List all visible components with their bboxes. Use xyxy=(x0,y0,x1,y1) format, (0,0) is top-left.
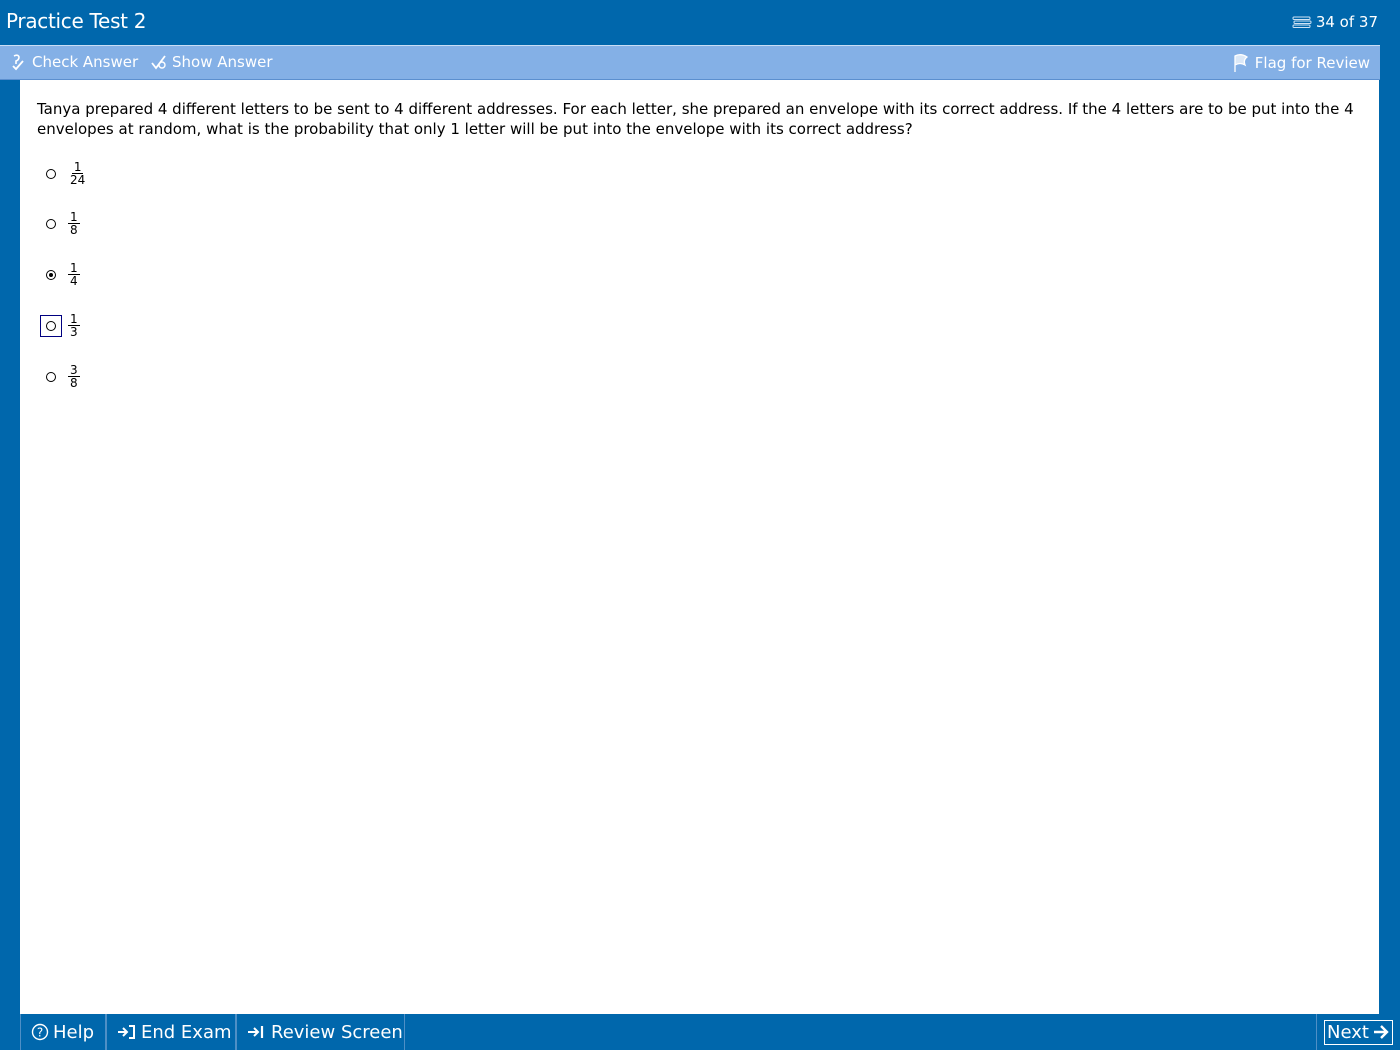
answer-fraction-3: 1 4 xyxy=(68,262,80,287)
answer-radio-1[interactable] xyxy=(46,168,56,179)
help-icon: ? xyxy=(31,1023,49,1041)
page-title: Practice Test 2 xyxy=(6,9,147,33)
question-counter: 34 of 37 xyxy=(1292,13,1378,31)
review-screen-icon xyxy=(247,1023,267,1041)
answer-radio-3-wrapper xyxy=(40,264,62,286)
question-list-icon xyxy=(1292,15,1312,29)
answer-denominator-2: 8 xyxy=(70,223,78,237)
answer-denominator-5: 8 xyxy=(70,376,78,390)
answer-radio-4[interactable] xyxy=(46,320,56,331)
bottom-bar: ? Help End Exam Review Screen Next xyxy=(0,1014,1400,1050)
check-answer-label: Check Answer xyxy=(32,53,139,71)
help-label: Help xyxy=(53,1021,95,1043)
next-label: Next xyxy=(1327,1021,1369,1043)
help-button[interactable]: ? Help xyxy=(20,1014,106,1050)
review-screen-label: Review Screen xyxy=(271,1021,403,1043)
review-screen-button[interactable]: Review Screen xyxy=(236,1014,405,1050)
answer-radio-5[interactable] xyxy=(46,371,56,382)
answer-radio-1-wrapper xyxy=(40,163,62,185)
answer-fraction-2: 1 8 xyxy=(68,211,80,236)
answer-fraction-4: 1 3 xyxy=(68,313,80,338)
end-exam-label: End Exam xyxy=(141,1021,232,1043)
next-button-container: Next xyxy=(1316,1014,1400,1050)
flag-icon xyxy=(1231,53,1251,73)
answer-fraction-5: 3 8 xyxy=(68,364,80,389)
flag-for-review-button[interactable]: Flag for Review xyxy=(1231,53,1370,73)
flag-for-review-label: Flag for Review xyxy=(1254,54,1370,72)
answer-choice-5[interactable]: 3 8 xyxy=(40,364,80,389)
question-panel: Tanya prepared 4 different letters to be… xyxy=(20,80,1379,1014)
check-answer-icon xyxy=(10,53,28,71)
answer-radio-2-wrapper xyxy=(40,213,62,235)
answer-radio-4-wrapper xyxy=(40,314,62,337)
answer-radio-2[interactable] xyxy=(46,218,56,229)
answer-radio-5-wrapper xyxy=(40,366,62,388)
answer-choice-2[interactable]: 1 8 xyxy=(40,211,80,236)
question-counter-text: 34 of 37 xyxy=(1315,13,1378,31)
answer-denominator-1: 24 xyxy=(70,173,86,187)
next-arrow-icon xyxy=(1372,1023,1390,1041)
svg-text:?: ? xyxy=(37,1026,43,1040)
question-text: Tanya prepared 4 different letters to be… xyxy=(37,100,1354,138)
show-answer-icon xyxy=(150,53,168,71)
answer-choice-3[interactable]: 1 4 xyxy=(40,262,80,287)
show-answer-button[interactable]: Show Answer xyxy=(150,53,273,71)
toolbar: Check Answer Show Answer Flag for Review xyxy=(0,45,1380,80)
show-answer-label: Show Answer xyxy=(172,53,273,71)
check-answer-button[interactable]: Check Answer xyxy=(10,53,138,71)
end-exam-icon xyxy=(117,1023,137,1041)
title-bar: Practice Test 2 34 of 37 xyxy=(0,0,1400,45)
end-exam-button[interactable]: End Exam xyxy=(106,1014,236,1050)
answer-choice-1[interactable]: 1 24 xyxy=(40,161,87,186)
answer-choice-4[interactable]: 1 3 xyxy=(40,313,80,338)
next-button[interactable]: Next xyxy=(1324,1019,1393,1045)
answer-denominator-3: 4 xyxy=(70,274,78,288)
answer-fraction-1: 1 24 xyxy=(68,161,87,186)
answer-radio-3[interactable] xyxy=(46,269,56,280)
answer-denominator-4: 3 xyxy=(70,325,78,339)
